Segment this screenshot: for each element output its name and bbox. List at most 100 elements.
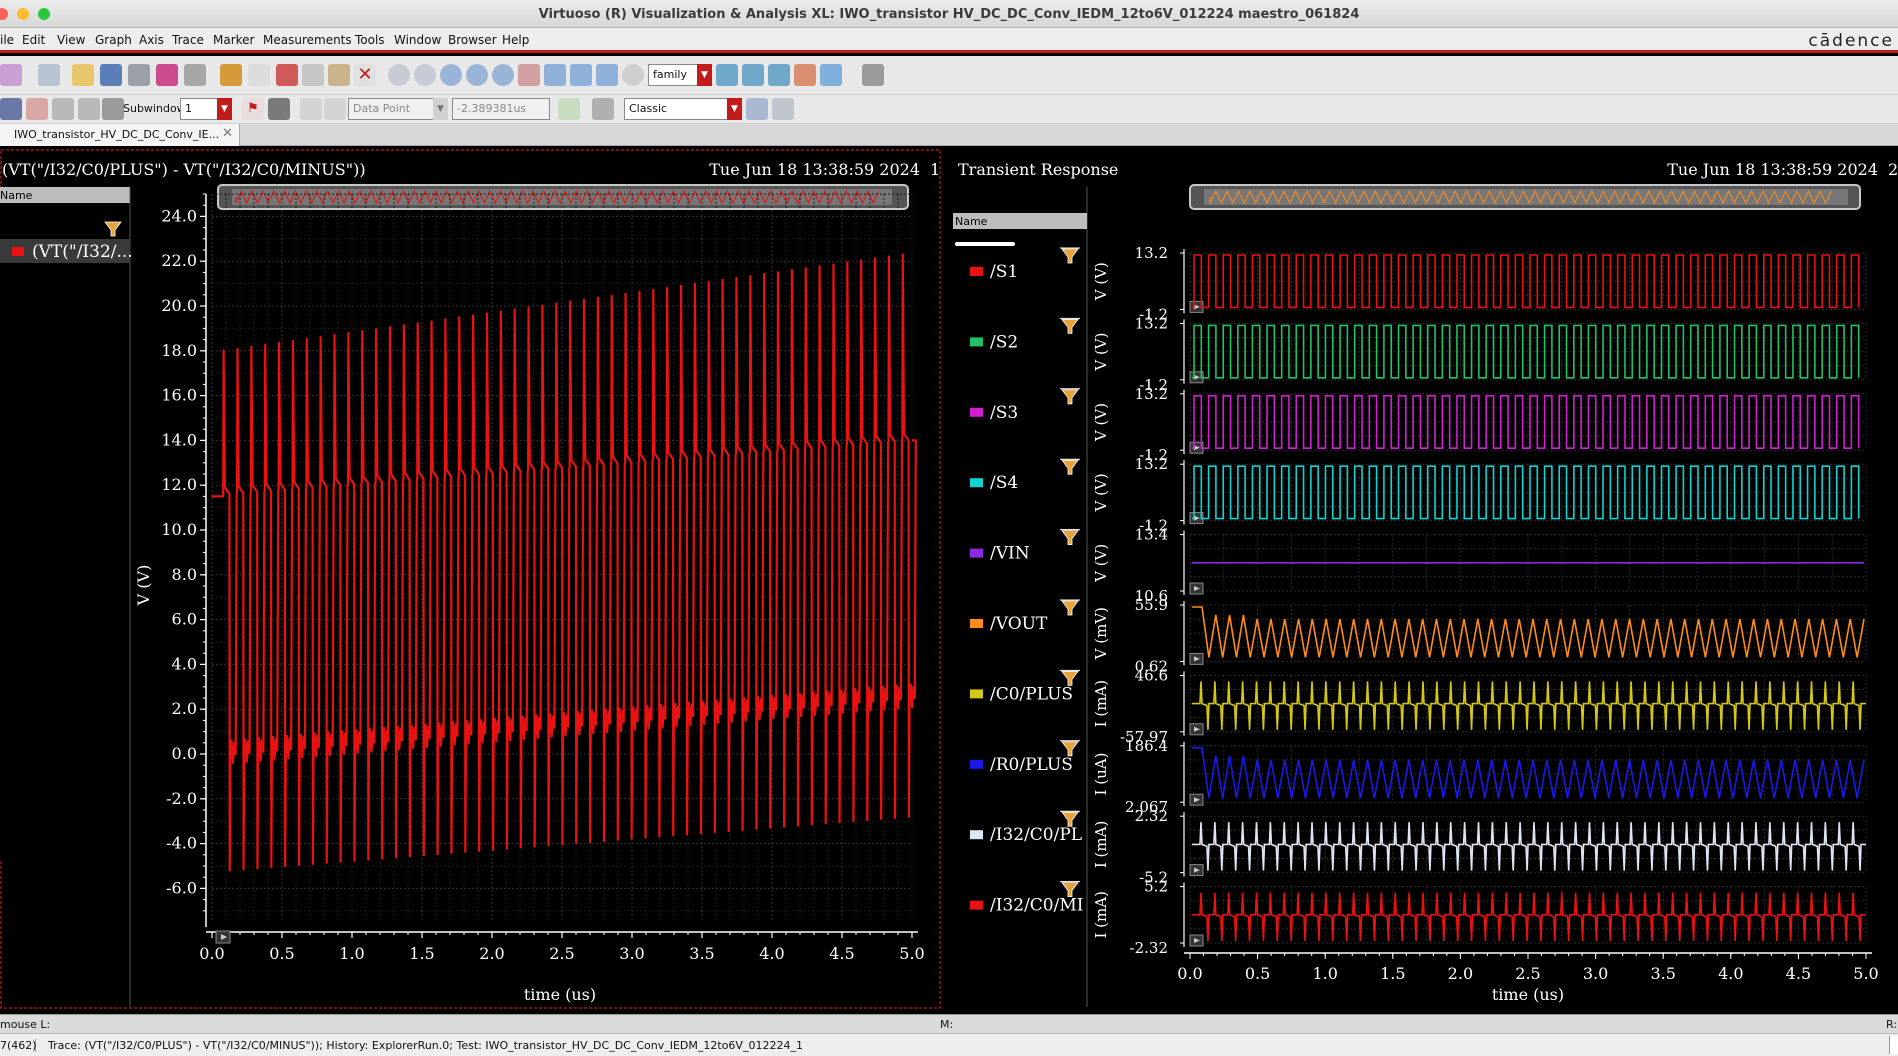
- menu-edit[interactable]: Edit: [22, 33, 45, 47]
- menu-graph[interactable]: Graph: [95, 33, 132, 47]
- pointer-icon[interactable]: [0, 98, 22, 120]
- legend-filter-icon[interactable]: [1060, 529, 1080, 545]
- prev-point-icon[interactable]: [300, 98, 322, 120]
- legend-filter-icon[interactable]: [1060, 810, 1080, 827]
- left-x-tick-label: 4.0: [759, 944, 784, 963]
- calculator-icon[interactable]: [592, 98, 614, 120]
- chart-settings-icon[interactable]: [820, 64, 842, 86]
- legend-item[interactable]: /S4: [970, 473, 1018, 493]
- legend-item[interactable]: /C0/PLUS: [970, 684, 1073, 704]
- menu-file[interactable]: ile: [0, 33, 14, 47]
- menu-browser[interactable]: Browser: [448, 33, 497, 47]
- zoom-x-icon[interactable]: [466, 64, 488, 86]
- subwindow-grid-icon[interactable]: [102, 98, 124, 120]
- zoom-out-icon[interactable]: [414, 64, 436, 86]
- strip-R0-PLUS: 186.42.067I (uA): [1092, 737, 1867, 816]
- composite-icon[interactable]: [768, 64, 790, 86]
- search-icon[interactable]: [622, 64, 644, 86]
- data-point-select[interactable]: Data Point ▼: [348, 98, 448, 120]
- strip-y-max-label: 46.6: [1135, 666, 1168, 684]
- layout-icon[interactable]: [38, 64, 60, 86]
- menu-measurements[interactable]: Measurements: [263, 33, 352, 47]
- right-browser-splitter[interactable]: [955, 242, 1015, 246]
- print-icon[interactable]: [128, 64, 150, 86]
- strip-expand-icon[interactable]: [1189, 652, 1204, 665]
- legend-filter-icon[interactable]: [1060, 669, 1080, 686]
- legend-item[interactable]: /S1: [970, 262, 1018, 282]
- cards-icon[interactable]: [26, 98, 48, 120]
- menu-help[interactable]: Help: [502, 33, 529, 47]
- legend-item[interactable]: /S3: [970, 403, 1018, 423]
- menu-view[interactable]: View: [57, 33, 85, 47]
- paste-icon[interactable]: [328, 64, 350, 86]
- redo-icon[interactable]: [248, 64, 270, 86]
- strip-y-axis-label: V (V): [1092, 262, 1110, 301]
- message-bar-scroll[interactable]: [1889, 1036, 1898, 1054]
- menu-trace[interactable]: Trace: [172, 33, 204, 47]
- split-horizontal-icon[interactable]: [52, 98, 74, 120]
- legend-filter-icon[interactable]: [1060, 881, 1080, 897]
- legend-filter-icon[interactable]: [1060, 458, 1080, 475]
- legend-filter-icon[interactable]: [1060, 317, 1080, 334]
- window-icon[interactable]: [746, 98, 768, 120]
- info-icon[interactable]: [268, 98, 290, 120]
- zoom-in-icon[interactable]: [388, 64, 410, 86]
- legend-item[interactable]: /R0/PLUS: [970, 755, 1073, 775]
- flag-icon[interactable]: ⚑: [242, 98, 264, 120]
- open-folder-icon[interactable]: [72, 64, 94, 86]
- color-icon[interactable]: [794, 64, 816, 86]
- strip-expand-icon[interactable]: [1189, 934, 1204, 947]
- zoom-region-icon[interactable]: [596, 64, 618, 86]
- style-select[interactable]: Classic ▼: [624, 98, 742, 120]
- legend-filter-icon[interactable]: [1060, 247, 1080, 264]
- cut-icon[interactable]: [276, 64, 298, 86]
- bar-chart-icon[interactable]: [558, 98, 580, 120]
- menu-marker[interactable]: Marker: [213, 33, 254, 47]
- menu-window[interactable]: Window: [394, 33, 441, 47]
- legend-item[interactable]: /S2: [970, 332, 1018, 352]
- edit-icon[interactable]: [184, 64, 206, 86]
- zoom-fit-icon[interactable]: [440, 64, 462, 86]
- subwindow-select[interactable]: 1 ▼: [180, 98, 232, 120]
- legend-item[interactable]: /I32/C0/MI: [970, 896, 1083, 916]
- legend-item[interactable]: /I32/C0/PL: [970, 825, 1082, 845]
- delete-icon[interactable]: ✕: [354, 64, 376, 86]
- zoom-y-icon[interactable]: [492, 64, 514, 86]
- split-vertical-icon[interactable]: [78, 98, 100, 120]
- strip-expand-icon[interactable]: [1189, 723, 1204, 736]
- session-tab[interactable]: IWO_transistor_HV_DC_DC_Conv_IE...: [0, 124, 240, 146]
- left-y-tick-label: 2.0: [172, 699, 197, 718]
- fit-icon[interactable]: [544, 64, 566, 86]
- undo-icon[interactable]: [220, 64, 242, 86]
- copy-icon[interactable]: [302, 64, 324, 86]
- legend-filter-icon[interactable]: [1060, 740, 1080, 757]
- right-x-axis: 0.0 0.5 1.0 1.5 2.0 2.5 3.0 3.5 4.0 4.5 5.0: [1177, 952, 1879, 983]
- strip-icon[interactable]: [716, 64, 738, 86]
- strip-y-max-label: 5.2: [1144, 878, 1168, 896]
- strip-expand-icon[interactable]: [1189, 793, 1204, 806]
- pan-icon[interactable]: [518, 64, 540, 86]
- zoom-box-icon[interactable]: [570, 64, 592, 86]
- new-window-icon[interactable]: [0, 64, 22, 86]
- legend-label: /S1: [990, 262, 1018, 282]
- settings-icon[interactable]: [772, 98, 794, 120]
- waveform-icon[interactable]: [156, 64, 178, 86]
- legend-item[interactable]: /VIN: [970, 544, 1030, 564]
- stack-icon[interactable]: [742, 64, 764, 86]
- legend-item[interactable]: /VOUT: [970, 614, 1048, 634]
- legend-filter-icon[interactable]: [1060, 388, 1080, 405]
- menu-axis[interactable]: Axis: [139, 33, 164, 47]
- legend-filter-icon[interactable]: [1060, 599, 1080, 616]
- right-plot-title: Transient Response: [958, 160, 1118, 179]
- family-select[interactable]: family ▼: [648, 64, 712, 86]
- menu-tools[interactable]: Tools: [355, 33, 385, 47]
- strip-expand-icon[interactable]: [1189, 864, 1204, 877]
- save-icon[interactable]: [100, 64, 122, 86]
- next-point-icon[interactable]: [324, 98, 346, 120]
- close-tab-icon[interactable]: ✕: [222, 126, 233, 141]
- grid-icon[interactable]: [862, 64, 884, 86]
- left-expand-icon[interactable]: [215, 930, 231, 944]
- strip-expand-icon[interactable]: [1189, 582, 1204, 595]
- data-point-value-field[interactable]: -2.389381us: [452, 98, 550, 120]
- legend-label: /S4: [990, 473, 1018, 493]
